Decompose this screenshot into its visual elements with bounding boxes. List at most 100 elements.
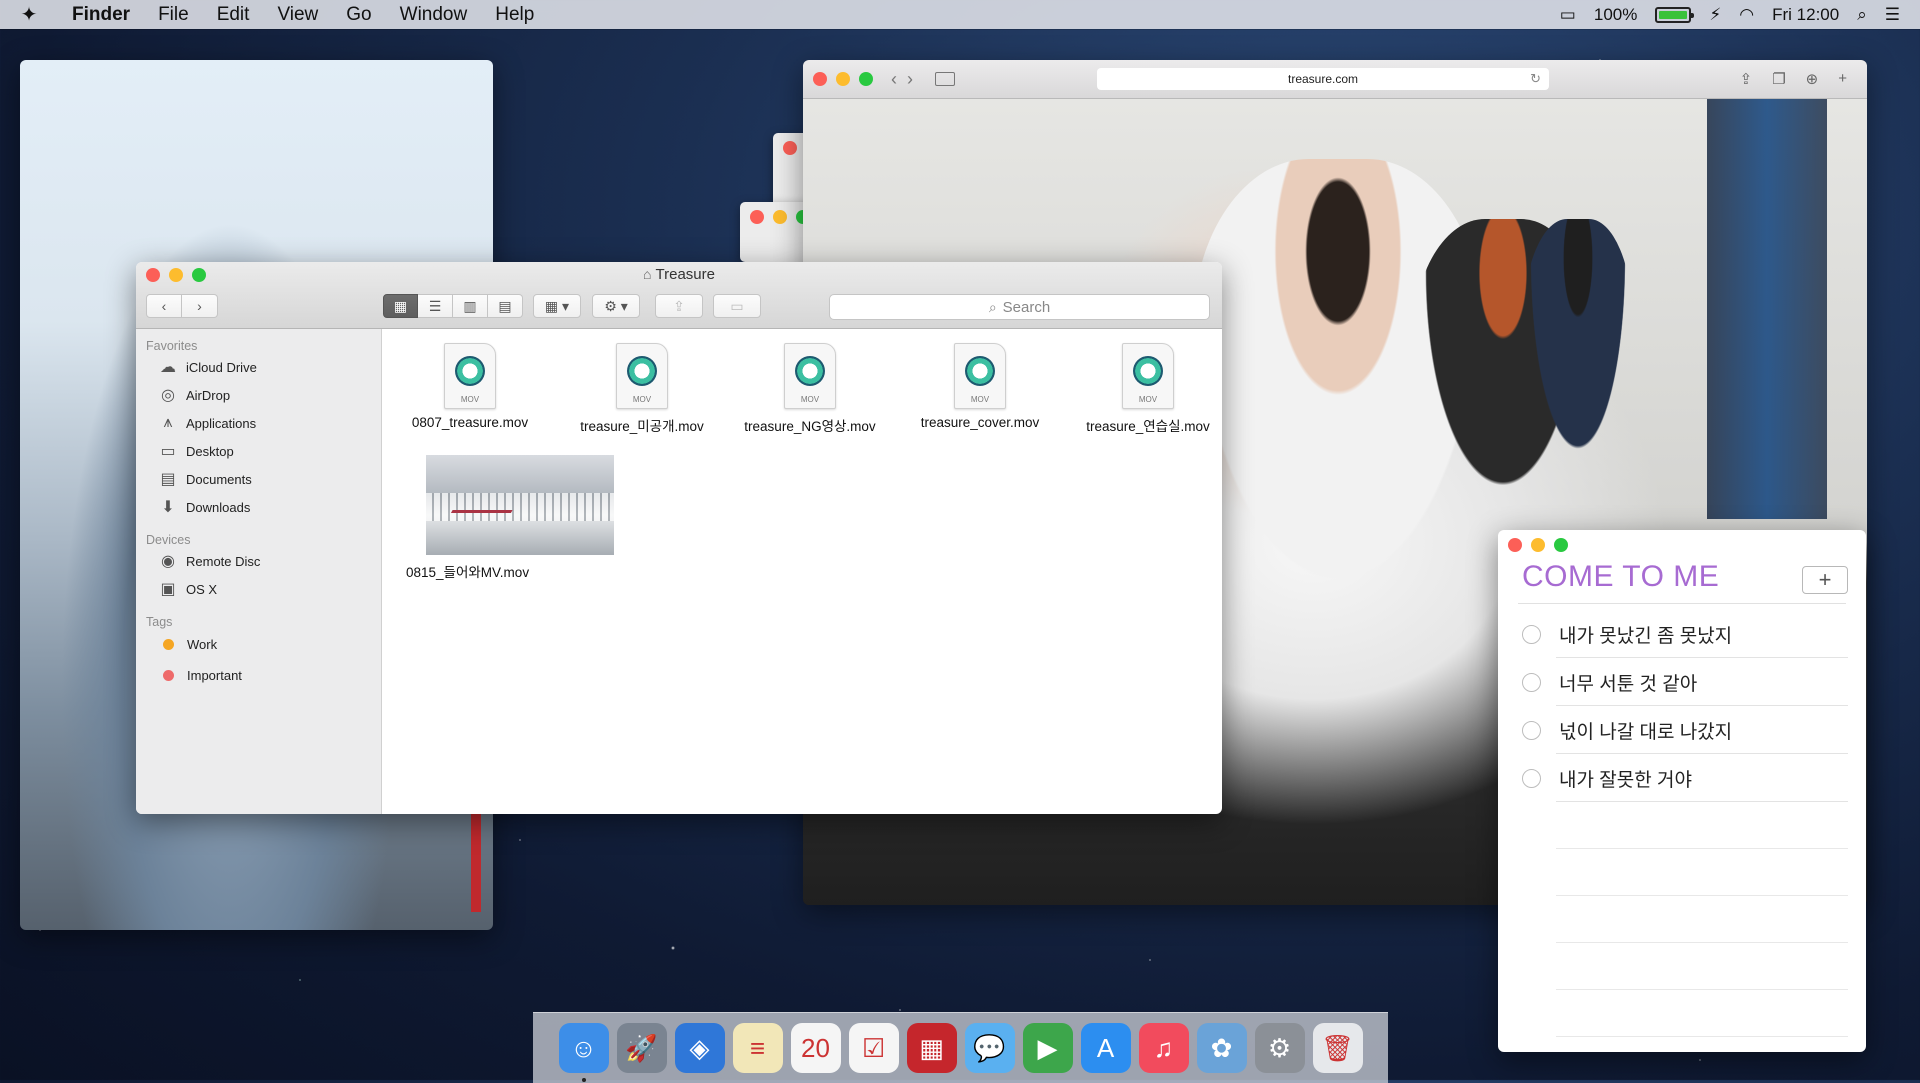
file-grid: MOV 0807_treasure.mov MOV treasure_미공개.m… (382, 329, 1222, 814)
airplay-icon[interactable]: ▭ (1560, 5, 1576, 25)
sidebar-toggle-icon[interactable] (935, 72, 955, 86)
minimize-icon[interactable] (836, 72, 850, 86)
dock-system-preferences-icon[interactable]: ⚙ (1254, 1023, 1305, 1073)
column-view-button[interactable]: ▥ (453, 294, 488, 318)
icon-view-button[interactable]: ▦ (383, 294, 418, 318)
menu-app-name[interactable]: Finder (72, 4, 130, 26)
dock-launchpad-icon[interactable]: 🚀 (616, 1023, 667, 1073)
sidebar-item-documents[interactable]: ▤ Documents (136, 465, 381, 493)
menu-edit[interactable]: Edit (217, 4, 250, 26)
finder-window[interactable]: ⌂ Treasure ‹ › ▦ ☰ ▥ ▤ ▦ ▾ ⚙ ▾ ⇪ ▭ ⌕ Sear… (136, 262, 1222, 814)
sidebar-item-downloads[interactable]: ⬇ Downloads (136, 493, 381, 521)
arrange-button[interactable]: ▦ ▾ (533, 294, 581, 318)
sidebar-item-airdrop[interactable]: ◎ AirDrop (136, 381, 381, 409)
checkbox-circle[interactable] (1522, 720, 1541, 740)
zoom-icon[interactable] (1554, 538, 1568, 552)
forward-button[interactable]: › (182, 294, 218, 318)
new-tab-icon[interactable]: + (1838, 70, 1847, 88)
downloads-icon[interactable]: ⊕ (1806, 70, 1819, 88)
reminder-text[interactable]: 내가 잘못한 거야 (1559, 765, 1692, 792)
dock-photos-icon[interactable]: ✿ (1196, 1023, 1247, 1073)
minimize-icon[interactable] (773, 210, 787, 224)
reminders-window[interactable]: COME TO ME + 내가 못났긴 좀 못났지 너무 서툰 것 같아 넋이 … (1498, 530, 1866, 1052)
empty-reminder-row[interactable] (1498, 990, 1866, 1037)
close-icon[interactable] (813, 72, 827, 86)
back-button[interactable]: ‹ (146, 294, 182, 318)
file-item[interactable]: MOV treasure_미공개.mov (562, 343, 722, 435)
share-button[interactable]: ⇪ (655, 294, 703, 318)
clock[interactable]: Fri 12:00 (1772, 5, 1839, 25)
tag-button[interactable]: ▭ (713, 294, 761, 318)
dock-finder-icon[interactable]: ☺ (558, 1023, 609, 1082)
file-item[interactable]: MOV treasure_NG영상.mov (730, 343, 890, 435)
apple-menu-icon[interactable]: ✦ (16, 2, 42, 27)
zoom-icon[interactable] (859, 72, 873, 86)
wifi-icon[interactable]: ◠ (1739, 5, 1754, 25)
dock-safari-icon[interactable]: ◈ (674, 1023, 725, 1073)
close-icon[interactable] (783, 141, 797, 155)
add-reminder-button[interactable]: + (1802, 566, 1848, 594)
spotlight-search-icon[interactable]: ⌕ (1857, 5, 1867, 25)
sidebar-item-applications[interactable]: ⩚ Applications (136, 409, 381, 437)
reminder-item[interactable]: 너무 서툰 것 같아 (1498, 658, 1866, 706)
checkbox-circle[interactable] (1522, 672, 1541, 692)
dock-trash-icon[interactable]: 🗑 (1312, 1023, 1363, 1073)
sidebar-tag-work[interactable]: Work (136, 629, 381, 660)
sidebar-item-remote-disc[interactable]: ◉ Remote Disc (136, 547, 381, 575)
dock-notes-icon[interactable]: ≡ (732, 1023, 783, 1073)
checkbox-circle[interactable] (1522, 768, 1541, 788)
dock-messages-icon[interactable]: 💬 (964, 1023, 1015, 1073)
menu-file[interactable]: File (158, 4, 189, 26)
tabs-icon[interactable]: ❐ (1772, 70, 1785, 88)
checkbox-circle[interactable] (1522, 624, 1541, 644)
finder-sidebar: Favorites ☁ iCloud Drive ◎ AirDrop ⩚ Applic… (136, 329, 382, 814)
share-icon[interactable]: ⇪ (1740, 70, 1753, 88)
reminder-item[interactable]: 내가 못났긴 좀 못났지 (1498, 610, 1866, 658)
back-icon[interactable]: ‹ (891, 69, 897, 90)
dock-app-store-icon[interactable]: A (1080, 1023, 1131, 1073)
dock-photo-booth-icon[interactable]: ▦ (906, 1023, 957, 1073)
reminder-item[interactable]: 내가 잘못한 거야 (1498, 754, 1866, 802)
sidebar-item-label: Applications (186, 415, 257, 431)
cover-flow-button[interactable]: ▤ (488, 294, 523, 318)
forward-icon[interactable]: › (907, 69, 913, 90)
close-icon[interactable] (750, 210, 764, 224)
menu-window[interactable]: Window (400, 4, 468, 26)
address-bar[interactable]: treasure.com ↻ (1097, 68, 1549, 90)
menu-view[interactable]: View (277, 4, 318, 26)
battery-icon[interactable] (1655, 6, 1695, 23)
reload-icon[interactable]: ↻ (1530, 71, 1541, 87)
minimize-icon[interactable] (1531, 538, 1545, 552)
hard-drive-icon: ▣ (160, 581, 176, 598)
empty-reminder-row[interactable] (1498, 849, 1866, 896)
file-item[interactable]: MOV 0807_treasure.mov (390, 343, 550, 430)
empty-reminder-row[interactable] (1498, 896, 1866, 943)
file-item[interactable]: MOV treasure_cover.mov (900, 343, 1060, 430)
reminder-text[interactable]: 넋이 나갈 대로 나갔지 (1559, 717, 1732, 744)
list-view-button[interactable]: ☰ (418, 294, 453, 318)
reminder-text[interactable]: 너무 서툰 것 같아 (1559, 669, 1697, 696)
cover-flow-icon: ▤ (498, 297, 512, 314)
empty-reminder-row[interactable] (1498, 943, 1866, 990)
reminder-item[interactable]: 넋이 나갈 대로 나갔지 (1498, 706, 1866, 754)
dock-reminders-icon[interactable]: ☑ (848, 1023, 899, 1073)
close-icon[interactable] (1508, 538, 1522, 552)
charging-icon: ⚡ (1709, 4, 1722, 24)
empty-reminder-row[interactable] (1498, 802, 1866, 849)
sidebar-item-desktop[interactable]: ▭ Desktop (136, 437, 381, 465)
notification-center-icon[interactable]: ☰ (1885, 5, 1900, 25)
file-item[interactable]: MOV treasure_연습실.mov (1068, 343, 1222, 435)
menu-help[interactable]: Help (495, 4, 534, 26)
file-item-selected[interactable]: 0815_들어와MV.mov (384, 455, 614, 581)
sidebar-item-os-x[interactable]: ▣ OS X (136, 575, 381, 603)
dock-calendar-icon[interactable]: 20 (790, 1023, 841, 1073)
search-field[interactable]: ⌕ Search (829, 294, 1210, 320)
menu-go[interactable]: Go (346, 4, 371, 26)
reminder-text[interactable]: 내가 못났긴 좀 못났지 (1559, 621, 1732, 648)
sidebar-item-icloud-drive[interactable]: ☁ iCloud Drive (136, 353, 381, 381)
dock-itunes-icon[interactable]: ♫ (1138, 1023, 1189, 1073)
sidebar-tag-important[interactable]: Important (136, 660, 381, 691)
file-name: treasure_연습실.mov (1086, 419, 1210, 434)
action-button[interactable]: ⚙ ▾ (592, 294, 640, 318)
dock-facetime-icon[interactable]: ▶ (1022, 1023, 1073, 1073)
